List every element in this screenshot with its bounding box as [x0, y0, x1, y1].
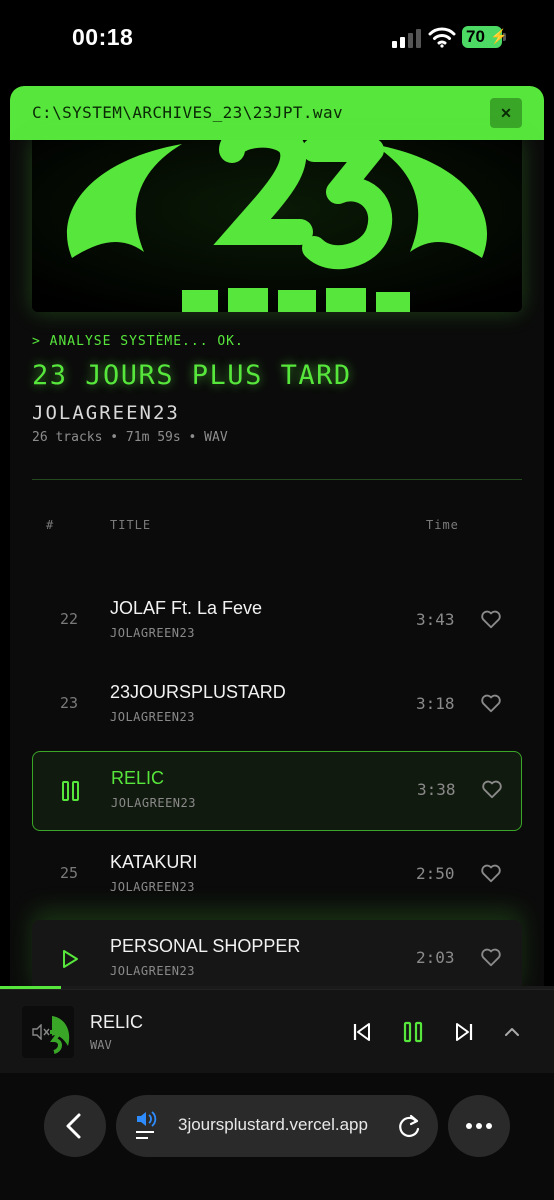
now-playing-format: WAV: [90, 1038, 112, 1052]
track-number: 22: [59, 610, 79, 628]
now-playing-thumbnail: [22, 1006, 74, 1058]
play-icon[interactable]: [60, 948, 80, 970]
track-artist: JOLAGREEN23: [110, 710, 195, 724]
mini-player: RELIC WAV: [0, 989, 554, 1073]
battery-level: 70: [466, 27, 485, 46]
divider: [32, 479, 522, 480]
album-cover: [32, 140, 522, 312]
heart-icon[interactable]: [480, 946, 502, 968]
album-cover-art: [32, 140, 522, 312]
url-text: 3joursplustard.vercel.app: [178, 1115, 368, 1134]
column-header-time: Time: [426, 518, 459, 532]
track-duration: 2:50: [416, 864, 455, 883]
track-duration: 3:43: [416, 610, 455, 629]
close-icon: ✕: [500, 105, 512, 121]
system-analysis-line: > ANALYSE SYSTÈME... OK.: [32, 334, 244, 349]
pause-icon[interactable]: [61, 780, 81, 802]
track-row[interactable]: 25 KATAKURI JOLAGREEN23 2:50: [32, 836, 522, 914]
track-duration: 3:18: [416, 694, 455, 713]
column-header-number: #: [46, 518, 55, 532]
charging-icon: ⚡: [490, 28, 508, 44]
track-duration: 2:03: [416, 948, 455, 967]
more-button[interactable]: [448, 1095, 510, 1157]
battery-indicator: 70 ⚡: [462, 26, 508, 48]
album-title: 23 JOURS PLUS TARD: [32, 360, 352, 391]
mute-icon[interactable]: [32, 1024, 50, 1040]
track-artist: JOLAGREEN23: [111, 796, 196, 810]
album-artist: JOLAGREEN23: [32, 402, 180, 424]
track-number: 25: [59, 864, 79, 882]
heart-icon[interactable]: [480, 862, 502, 884]
wifi-icon: [428, 27, 456, 48]
track-artist: JOLAGREEN23: [110, 964, 195, 978]
chevron-up-icon[interactable]: [500, 1020, 524, 1044]
close-button[interactable]: ✕: [490, 98, 522, 128]
album-view: > ANALYSE SYSTÈME... OK. 23 JOURS PLUS T…: [10, 140, 544, 986]
app-window: C:\SYSTEM\ARCHIVES_23\23JPT.wav ✕ > ANAL…: [10, 86, 544, 986]
track-artist: JOLAGREEN23: [110, 880, 195, 894]
track-row[interactable]: 22 JOLAF Ft. La Feve JOLAGREEN23 3:43: [32, 582, 522, 660]
browser-toolbar: 3joursplustard.vercel.app: [0, 1073, 554, 1200]
now-playing-title: RELIC: [90, 1012, 144, 1032]
album-meta: 26 tracks • 71m 59s • WAV: [32, 430, 228, 445]
heart-icon[interactable]: [480, 692, 502, 714]
back-button[interactable]: [44, 1095, 106, 1157]
address-bar[interactable]: 3joursplustard.vercel.app: [116, 1095, 438, 1157]
more-icon: [466, 1123, 492, 1129]
track-title: RELIC: [111, 768, 165, 788]
track-title: KATAKURI: [110, 852, 198, 872]
pause-icon[interactable]: [401, 1020, 425, 1044]
status-time: 00:18: [72, 24, 134, 50]
column-header-title: TITLE: [110, 518, 152, 532]
track-row-playing[interactable]: RELIC JOLAGREEN23 3:38: [32, 751, 522, 831]
heart-icon[interactable]: [480, 608, 502, 630]
audio-icon[interactable]: [134, 1109, 160, 1143]
back-arrow-icon: [66, 1113, 81, 1139]
window-titlebar: C:\SYSTEM\ARCHIVES_23\23JPT.wav ✕: [10, 86, 544, 140]
track-duration: 3:38: [417, 780, 456, 799]
file-path: C:\SYSTEM\ARCHIVES_23\23JPT.wav: [32, 103, 344, 122]
cellular-signal-icon: [392, 29, 421, 48]
reload-icon[interactable]: [396, 1113, 422, 1139]
track-number: 23: [59, 694, 79, 712]
track-row-hover[interactable]: PERSONAL SHOPPER JOLAGREEN23 2:03: [32, 920, 522, 986]
next-icon[interactable]: [452, 1020, 476, 1044]
previous-icon[interactable]: [350, 1020, 374, 1044]
status-bar: 00:18 70 ⚡: [0, 0, 554, 80]
track-title: PERSONAL SHOPPER: [110, 936, 301, 956]
track-row[interactable]: 23 23JOURSPLUSTARD JOLAGREEN23 3:18: [32, 666, 522, 744]
track-title: 23JOURSPLUSTARD: [110, 682, 286, 702]
track-artist: JOLAGREEN23: [110, 626, 195, 640]
heart-icon[interactable]: [481, 778, 503, 800]
track-title: JOLAF Ft. La Feve: [110, 598, 263, 618]
